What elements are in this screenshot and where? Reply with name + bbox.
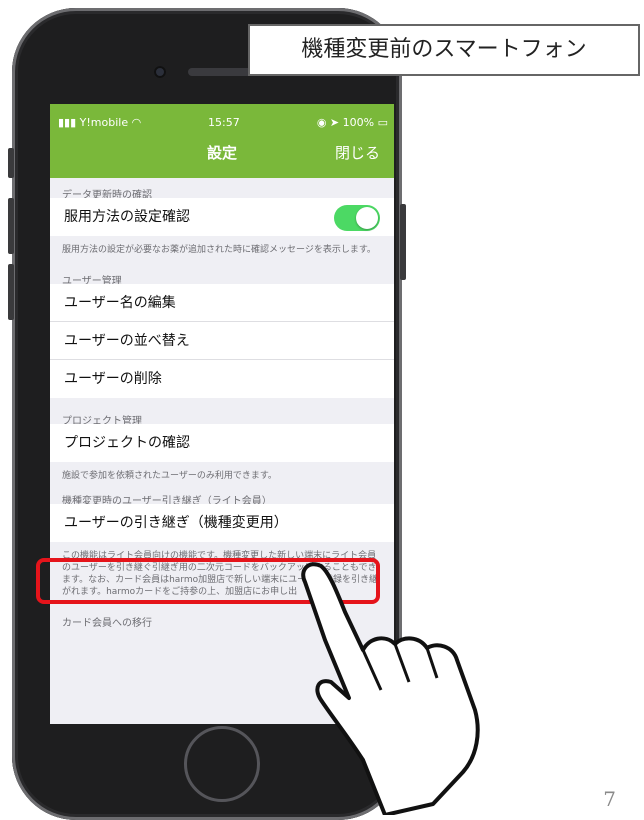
wifi-icon: ◠ bbox=[131, 116, 142, 129]
pointing-hand-icon bbox=[301, 562, 480, 815]
location-icon: ◉ ➤ bbox=[316, 116, 340, 129]
reorder-users-cell[interactable]: ユーザーの並べ替え bbox=[50, 322, 394, 360]
edit-username-cell[interactable]: ユーザー名の編集 bbox=[50, 284, 394, 322]
close-button[interactable]: 閉じる bbox=[335, 142, 380, 163]
user-transfer-cell[interactable]: ユーザーの引き継ぎ（機種変更用） bbox=[50, 504, 394, 542]
section-header-user-transfer: 機種変更時のユーザー引き継ぎ（ライト会員） bbox=[62, 496, 272, 507]
status-bar: ▮▮▮ Y!mobile ◠ 15:57 ◉ ➤ 100% ▭ bbox=[50, 104, 394, 140]
dosage-check-label: 服用方法の設定確認 bbox=[64, 209, 190, 225]
page-number: 7 bbox=[603, 787, 616, 811]
status-time: 15:57 bbox=[208, 116, 240, 129]
dosage-check-note: 服用方法の設定が必要なお薬が追加された時に確認メッセージを表示します。 bbox=[62, 245, 376, 255]
callout-label: 機種変更前のスマートフォン bbox=[248, 24, 640, 76]
volume-up-button bbox=[8, 198, 14, 254]
project-note: 施設で参加を依頼されたユーザーのみ利用できます。 bbox=[62, 471, 277, 481]
project-check-cell[interactable]: プロジェクトの確認 bbox=[50, 424, 394, 462]
front-camera-icon bbox=[154, 66, 166, 78]
signal-icon: ▮▮▮ bbox=[58, 116, 77, 129]
mute-switch bbox=[8, 148, 14, 178]
power-button bbox=[400, 204, 406, 280]
dosage-check-cell: 服用方法の設定確認 bbox=[50, 198, 394, 236]
carrier-label: Y!mobile bbox=[79, 116, 129, 129]
nav-bar: 設定 閉じる bbox=[50, 140, 394, 178]
delete-user-cell[interactable]: ユーザーの削除 bbox=[50, 360, 394, 398]
dosage-check-toggle[interactable] bbox=[334, 205, 380, 231]
toggle-knob bbox=[356, 207, 378, 229]
section-header-user-management: ユーザー管理 bbox=[62, 276, 122, 287]
section-header-data-update: データ更新時の確認 bbox=[62, 190, 152, 201]
battery-icon: ▭ bbox=[377, 116, 388, 129]
volume-down-button bbox=[8, 264, 14, 320]
section-header-project: プロジェクト管理 bbox=[62, 416, 142, 427]
home-button[interactable] bbox=[184, 726, 260, 802]
battery-percent: 100% bbox=[342, 116, 375, 129]
